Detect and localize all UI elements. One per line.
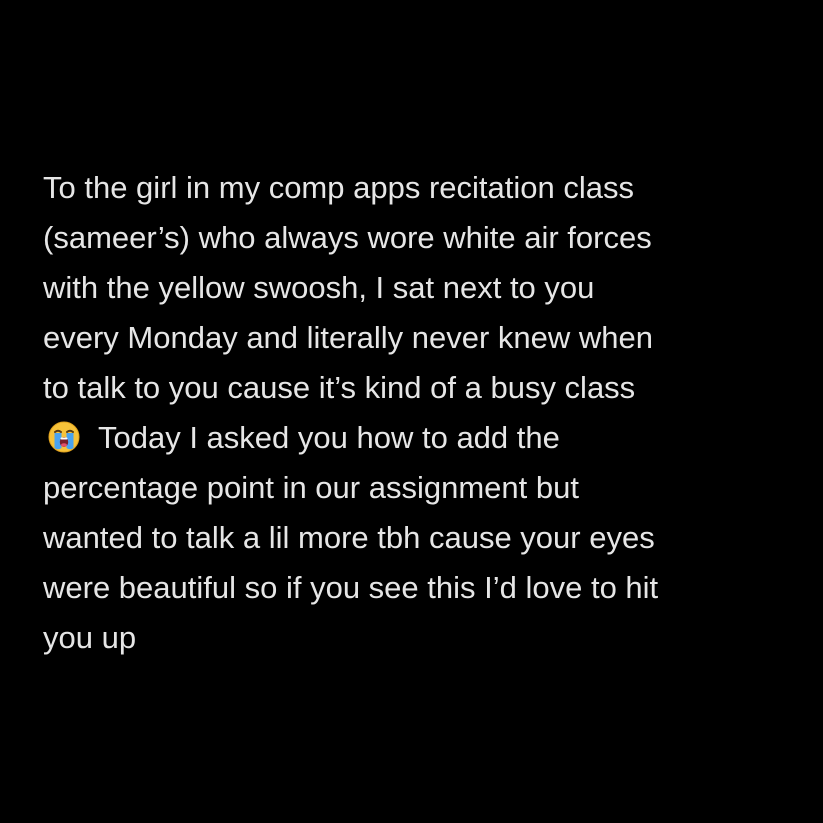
loudly-crying-face-icon xyxy=(48,421,80,453)
post-line-7: percentage point in our assignment but xyxy=(43,470,579,505)
post-line-9: were beautiful so if you see this I’d lo… xyxy=(43,570,659,605)
post-canvas: To the girl in my comp apps recitation c… xyxy=(0,0,823,823)
post-line-4: every Monday and literally never knew wh… xyxy=(43,320,653,355)
post-line-6-text: Today I asked you how to add the xyxy=(98,420,560,455)
post-line-10: you up xyxy=(43,620,137,655)
post-text: To the girl in my comp apps recitation c… xyxy=(43,163,783,663)
post-line-5: to talk to you cause it’s kind of a busy… xyxy=(43,370,636,405)
post-line-6: Today I asked you how to add the xyxy=(43,413,783,463)
post-line-1: To the girl in my comp apps recitation c… xyxy=(43,170,634,205)
post-line-3: with the yellow swoosh, I sat next to yo… xyxy=(43,270,595,305)
post-line-8: wanted to talk a lil more tbh cause your… xyxy=(43,520,655,555)
post-line-2: (sameer’s) who always wore white air for… xyxy=(43,220,652,255)
